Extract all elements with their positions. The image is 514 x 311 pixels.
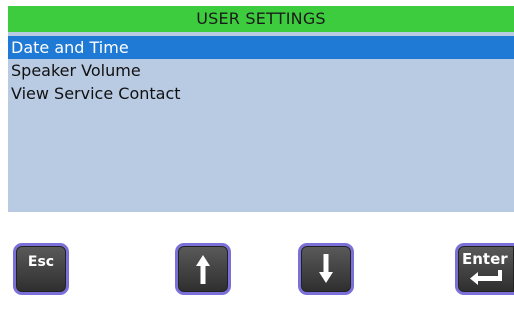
menu-item-view-service-contact[interactable]: View Service Contact	[8, 82, 514, 105]
menu-item-speaker-volume[interactable]: Speaker Volume	[8, 59, 514, 82]
arrow-up-icon	[196, 255, 210, 284]
esc-button-label: Esc	[27, 254, 55, 270]
page-title: USER SETTINGS	[8, 6, 514, 32]
enter-button[interactable]: Enter	[455, 243, 514, 295]
down-button[interactable]	[298, 243, 354, 295]
enter-return-icon	[470, 270, 502, 285]
menu-panel: Date and Time Speaker Volume View Servic…	[8, 32, 514, 212]
user-settings-screen: USER SETTINGS Date and Time Speaker Volu…	[0, 0, 514, 311]
up-button[interactable]	[175, 243, 231, 295]
softkey-bar: Esc Enter	[0, 212, 514, 311]
menu-item-date-and-time[interactable]: Date and Time	[8, 36, 514, 59]
esc-button[interactable]: Esc	[13, 243, 69, 295]
menu-list: Date and Time Speaker Volume View Servic…	[8, 32, 514, 105]
arrow-down-icon	[319, 254, 333, 283]
